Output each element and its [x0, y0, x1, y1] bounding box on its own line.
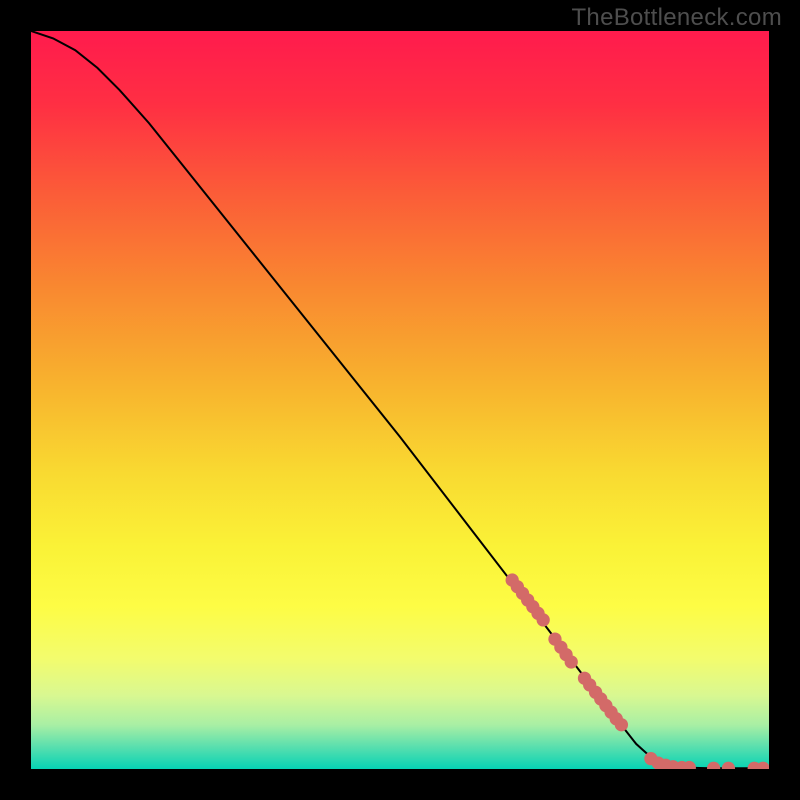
marker: [537, 613, 550, 626]
gradient-background: [31, 31, 769, 769]
chart-stage: TheBottleneck.com: [0, 0, 800, 800]
marker: [707, 762, 720, 775]
marker: [722, 762, 735, 775]
marker: [756, 762, 769, 775]
marker: [683, 761, 696, 774]
chart-svg: [0, 0, 800, 800]
marker: [615, 718, 628, 731]
marker: [565, 655, 578, 668]
